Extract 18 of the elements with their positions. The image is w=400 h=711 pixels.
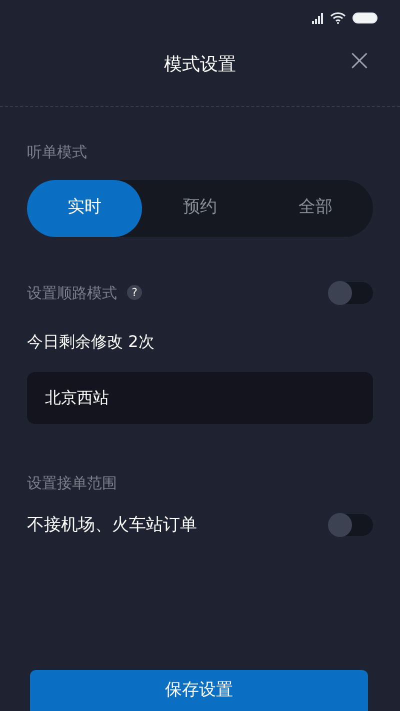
- mode-tab[interactable]: 全部: [258, 180, 373, 236]
- exclude-airport-station-toggle[interactable]: [329, 514, 373, 536]
- destination-field[interactable]: 北京西站: [27, 372, 373, 424]
- route-mode-label: 设置顺路模式: [27, 282, 117, 304]
- signal-icon: [312, 12, 324, 24]
- mode-tab[interactable]: 预约: [142, 180, 258, 236]
- battery-icon: [352, 12, 378, 24]
- exclude-airport-station-label: 不接机场、火车站订单: [27, 514, 197, 536]
- wifi-icon: [330, 12, 346, 24]
- route-mode-toggle[interactable]: [329, 282, 373, 304]
- section-label: 听单模式: [27, 142, 88, 163]
- mode-tab[interactable]: 实时: [27, 180, 142, 236]
- window-title: 模式设置: [164, 52, 236, 76]
- section-label: 设置接单范围: [27, 473, 118, 494]
- close-button[interactable]: ×: [346, 46, 372, 76]
- help-button[interactable]: ?: [127, 285, 142, 300]
- remaining-changes-text: 今日剩余修改 2次: [27, 331, 156, 353]
- save-button[interactable]: 保存设置: [30, 670, 368, 711]
